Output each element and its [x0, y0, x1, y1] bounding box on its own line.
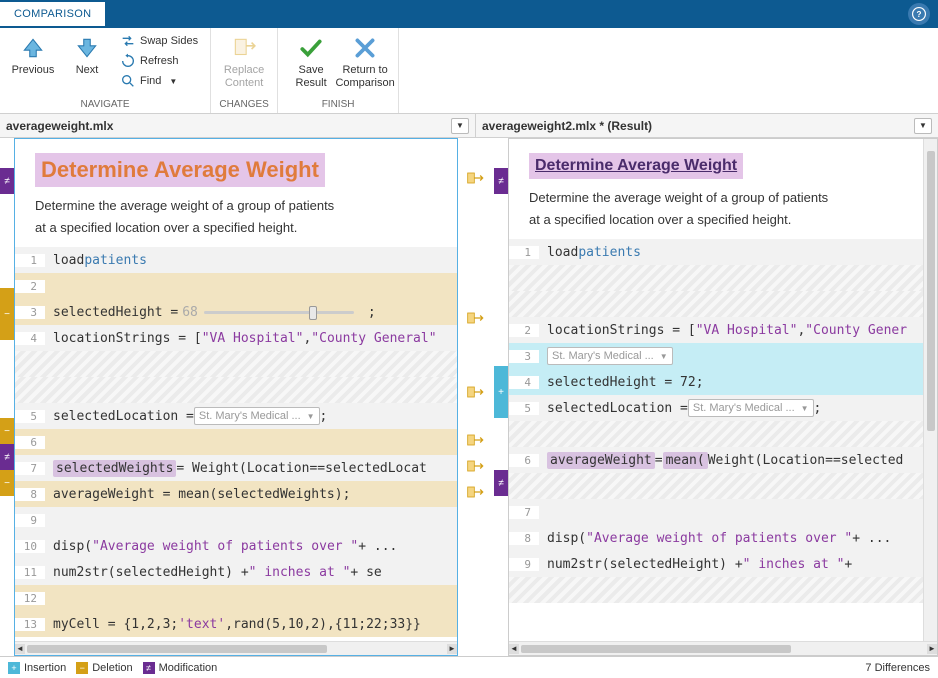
- check-icon: [298, 35, 324, 61]
- file-name-left: averageweight.mlx: [6, 119, 113, 133]
- merge-right-icon[interactable]: [466, 309, 486, 327]
- chevron-down-icon: ▼: [456, 121, 464, 130]
- ribbon: Previous Next Swap Sides Refresh Find: [0, 28, 938, 114]
- scroll-right-arrow[interactable]: ►: [447, 644, 457, 654]
- code-right: 1load patients 2locationStrings = ["VA H…: [509, 239, 937, 641]
- merge-right-icon[interactable]: [466, 383, 486, 401]
- content-right: Determine Average Weight Determine the a…: [508, 138, 938, 656]
- marker-col-left: ≠ − − ≠ −: [0, 138, 14, 656]
- merge-right-icon[interactable]: [466, 431, 486, 449]
- scroll-left-arrow[interactable]: ◄: [15, 644, 25, 654]
- ribbon-group-finish: Save Result Return to Comparison FINISH: [278, 28, 399, 113]
- scroll-left-arrow[interactable]: ◄: [509, 644, 519, 654]
- legend-modification: ≠Modification: [143, 662, 218, 674]
- return-comparison-button[interactable]: Return to Comparison: [338, 30, 392, 94]
- legend-insertion: +Insertion: [8, 662, 66, 674]
- arrow-up-icon: [20, 35, 46, 61]
- refresh-label: Refresh: [140, 55, 179, 67]
- file-left-dropdown[interactable]: ▼: [451, 118, 469, 134]
- swap-label: Swap Sides: [140, 35, 198, 47]
- file-header-row: averageweight.mlx ▼ averageweight2.mlx *…: [0, 114, 938, 138]
- ribbon-group-navigate: Previous Next Swap Sides Refresh Find: [0, 28, 211, 113]
- save-result-button[interactable]: Save Result: [284, 30, 338, 94]
- replace-label: Replace Content: [224, 64, 264, 90]
- hscroll-thumb[interactable]: [521, 645, 791, 653]
- previous-button[interactable]: Previous: [6, 30, 60, 81]
- pane-left: ≠ − − ≠ − Determine Average Weight Deter…: [0, 138, 458, 656]
- legend: +Insertion −Deletion ≠Modification: [8, 662, 217, 674]
- hscroll-thumb[interactable]: [27, 645, 327, 653]
- titlebar: COMPARISON ?: [0, 0, 938, 28]
- help-button[interactable]: ?: [908, 3, 930, 25]
- tab-comparison[interactable]: COMPARISON: [0, 2, 105, 26]
- help-icon: ?: [912, 7, 926, 21]
- pane-middle: [458, 138, 494, 656]
- marker-mod: ≠: [0, 444, 14, 470]
- previous-label: Previous: [12, 64, 55, 77]
- marker-del: −: [0, 470, 14, 496]
- chevron-down-icon: ▼: [801, 404, 809, 413]
- chevron-down-icon: ▼: [307, 412, 315, 421]
- scroll-right-arrow[interactable]: ►: [927, 644, 937, 654]
- chevron-down-icon: ▼: [919, 121, 927, 130]
- merge-right-icon[interactable]: [466, 483, 486, 501]
- chevron-down-icon: ▼: [660, 352, 668, 361]
- marker-mod: ≠: [0, 168, 14, 194]
- marker-mod: ≠: [494, 470, 508, 496]
- location-dropdown-right[interactable]: St. Mary's Medical ...▼: [688, 399, 814, 417]
- chevron-down-icon: ▼: [169, 77, 177, 86]
- vscroll-thumb[interactable]: [927, 151, 935, 431]
- return-label: Return to Comparison: [335, 64, 394, 90]
- location-dropdown-left[interactable]: St. Mary's Medical ...▼: [194, 407, 320, 425]
- marker-mod: ≠: [494, 168, 508, 194]
- content-left: Determine Average Weight Determine the a…: [14, 138, 458, 656]
- file-header-left: averageweight.mlx ▼: [0, 114, 476, 137]
- vscroll-right[interactable]: [923, 139, 937, 641]
- merge-right-icon[interactable]: [466, 169, 486, 187]
- merge-right-icon[interactable]: [466, 457, 486, 475]
- marker-del: −: [0, 418, 14, 444]
- svg-text:?: ?: [917, 10, 922, 19]
- save-label: Save Result: [296, 64, 327, 90]
- changes-group-label: CHANGES: [219, 97, 268, 113]
- difference-count: 7 Differences: [865, 662, 930, 674]
- marker-ins: +: [494, 366, 508, 418]
- desc-left: Determine the average weight of a group …: [35, 195, 437, 239]
- desc-right: Determine the average weight of a group …: [529, 187, 917, 231]
- replace-content-button: Replace Content: [217, 30, 271, 94]
- file-name-right: averageweight2.mlx * (Result): [482, 119, 652, 133]
- swap-icon: [120, 33, 136, 49]
- pane-right: ≠ + ≠ Determine Average Weight Determine…: [494, 138, 938, 656]
- file-header-right: averageweight2.mlx * (Result) ▼: [476, 114, 938, 137]
- find-button[interactable]: Find ▼: [118, 72, 200, 90]
- heading-left: Determine Average Weight: [35, 153, 325, 187]
- slider-thumb[interactable]: [309, 306, 317, 320]
- find-label: Find: [140, 75, 161, 87]
- next-label: Next: [76, 64, 99, 77]
- navigate-group-label: NAVIGATE: [81, 97, 130, 113]
- height-slider[interactable]: 68: [182, 305, 354, 320]
- legend-deletion: −Deletion: [76, 662, 132, 674]
- close-icon: [352, 35, 378, 61]
- location-dropdown-right-ins[interactable]: St. Mary's Medical ...▼: [547, 347, 673, 365]
- hscroll-right[interactable]: ◄ ►: [509, 641, 937, 655]
- marker-col-right: ≠ + ≠: [494, 138, 508, 656]
- hscroll-left[interactable]: ◄ ►: [15, 641, 457, 655]
- statusbar: +Insertion −Deletion ≠Modification 7 Dif…: [0, 656, 938, 678]
- code-left: 1load patients 2 3selectedHeight = 68; 4…: [15, 247, 457, 641]
- refresh-icon: [120, 53, 136, 69]
- refresh-button[interactable]: Refresh: [118, 52, 200, 70]
- heading-right: Determine Average Weight: [529, 153, 743, 179]
- replace-icon: [231, 35, 257, 61]
- finish-group-label: FINISH: [322, 97, 355, 113]
- comparison-panes: ≠ − − ≠ − Determine Average Weight Deter…: [0, 138, 938, 656]
- file-right-dropdown[interactable]: ▼: [914, 118, 932, 134]
- arrow-down-icon: [74, 35, 100, 61]
- ribbon-group-changes: Replace Content CHANGES: [211, 28, 278, 113]
- swap-sides-button[interactable]: Swap Sides: [118, 32, 200, 50]
- marker-del: −: [0, 288, 14, 340]
- search-icon: [120, 73, 136, 89]
- next-button[interactable]: Next: [60, 30, 114, 81]
